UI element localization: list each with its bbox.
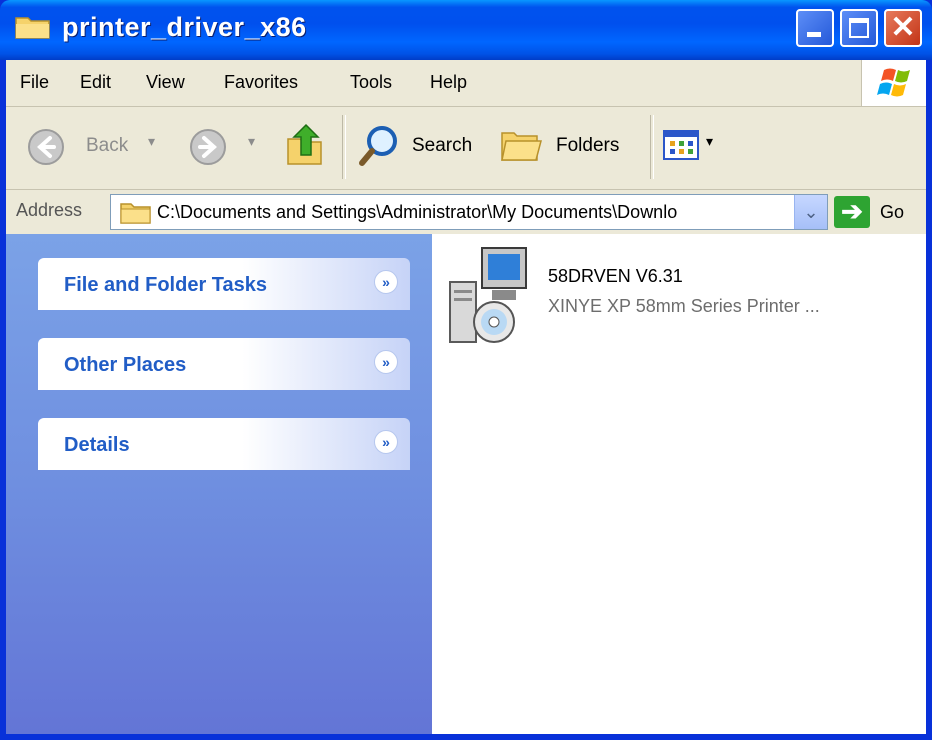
menu-favorites[interactable]: Favorites (224, 72, 298, 93)
go-label[interactable]: Go (880, 202, 904, 223)
panel-title[interactable]: Details (64, 434, 130, 457)
maximize-button[interactable] (840, 9, 878, 47)
address-path: C:\Documents and Settings\Administrator\… (157, 202, 678, 222)
forward-arrow-icon (190, 129, 226, 165)
menu-file[interactable]: File (20, 72, 49, 93)
back-button[interactable]: Back ▾ (22, 125, 172, 169)
task-panel-file-folder[interactable]: File and Folder Tasks » (38, 258, 410, 310)
task-pane: File and Folder Tasks » Other Places » D… (6, 234, 432, 734)
folder-icon (120, 203, 151, 224)
menu-tools[interactable]: Tools (350, 72, 392, 93)
panel-title[interactable]: File and Folder Tasks (64, 274, 267, 297)
file-description: XINYE XP 58mm Series Printer ... (548, 296, 820, 316)
menu-help[interactable]: Help (430, 72, 467, 93)
window-title: printer_driver_x86 (62, 12, 307, 42)
address-dropdown-button[interactable]: ⌄ (794, 195, 827, 229)
up-folder-icon (287, 123, 322, 165)
back-label: Back (86, 135, 129, 156)
address-label: Address (16, 200, 83, 220)
file-list: 58DRVEN V6.31 XINYE XP 58mm Series Print… (432, 234, 926, 734)
chevron-down-icon: ⌄ (803, 202, 819, 222)
back-dropdown-icon: ▾ (148, 133, 156, 149)
search-label: Search (412, 135, 473, 156)
toolbar: Back ▾ ▾ Search Folders ▾ (6, 107, 926, 190)
maximize-icon (849, 18, 869, 38)
toolbar-separator (342, 115, 346, 179)
forward-dropdown-icon: ▾ (248, 133, 256, 149)
search-button[interactable]: Search (356, 121, 486, 171)
minimize-button[interactable] (796, 9, 834, 47)
menu-view[interactable]: View (146, 72, 185, 93)
expand-chevron-icon[interactable]: » (374, 350, 398, 374)
title-bar[interactable]: printer_driver_x86 ✕ (0, 0, 932, 60)
go-button[interactable]: ➔ (834, 196, 870, 228)
views-button[interactable]: ▾ (662, 127, 726, 167)
folders-label: Folders (556, 135, 620, 156)
go-arrow-icon: ➔ (841, 196, 863, 226)
windows-flag-icon (877, 68, 910, 97)
expand-chevron-icon[interactable]: » (374, 430, 398, 454)
search-icon (359, 126, 397, 166)
views-grid-icon (663, 130, 699, 160)
address-bar: Address C:\Documents and Settings\Admini… (6, 190, 926, 234)
task-panel-other-places[interactable]: Other Places » (38, 338, 410, 390)
folder-icon (15, 17, 50, 39)
task-panel-details[interactable]: Details » (38, 418, 410, 470)
back-arrow-icon (28, 129, 64, 165)
close-button[interactable]: ✕ (884, 9, 922, 47)
folders-button[interactable]: Folders (498, 121, 638, 171)
installer-icon (449, 247, 527, 343)
panel-title[interactable]: Other Places (64, 354, 186, 377)
expand-chevron-icon[interactable]: » (374, 270, 398, 294)
minimize-icon (807, 32, 821, 37)
window-border (0, 734, 932, 740)
up-folder-button[interactable] (284, 121, 328, 171)
menu-edit[interactable]: Edit (80, 72, 111, 93)
toolbar-separator (650, 115, 654, 179)
windows-logo (861, 60, 926, 106)
views-dropdown-icon: ▾ (706, 133, 714, 149)
forward-button[interactable]: ▾ (184, 125, 274, 169)
close-icon: ✕ (890, 11, 916, 44)
menu-bar: File Edit View Favorites Tools Help (6, 60, 926, 107)
folders-icon (501, 132, 542, 161)
file-name: 58DRVEN V6.31 (548, 266, 683, 286)
address-input[interactable]: C:\Documents and Settings\Administrator\… (110, 194, 828, 230)
file-item[interactable]: 58DRVEN V6.31 XINYE XP 58mm Series Print… (432, 234, 912, 354)
explorer-window: printer_driver_x86 ✕ File Edit View Favo… (0, 0, 932, 740)
